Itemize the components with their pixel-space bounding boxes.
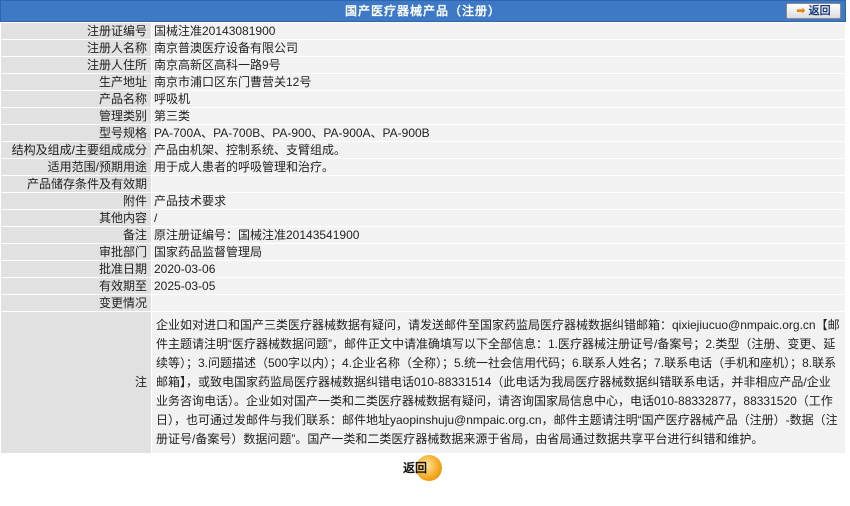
table-row: 产品储存条件及有效期 — [0, 175, 846, 193]
back-button-bottom-label: 返回 — [403, 461, 428, 475]
table-row: 附件 产品技术要求 — [0, 192, 846, 210]
product-detail-panel: 国产医疗器械产品（注册） ➡ 返回 注册证编号 国械注准20143081900 注册… — [0, 0, 846, 486]
back-button-top[interactable]: ➡ 返回 — [786, 3, 841, 19]
field-label: 结构及组成/主要组成成分 — [0, 141, 152, 159]
field-label: 注册人名称 — [0, 39, 152, 57]
table-row: 生产地址 南京市浦口区东门曹营关12号 — [0, 73, 846, 91]
field-value: 国家药品监督管理局 — [151, 243, 846, 261]
table-row: 有效期至 2025-03-05 — [0, 277, 846, 295]
field-label: 产品储存条件及有效期 — [0, 175, 152, 193]
field-value: 用于成人患者的呼吸管理和治疗。 — [151, 158, 846, 176]
field-value: 2020-03-06 — [151, 260, 846, 278]
field-value: 国械注准20143081900 — [151, 22, 846, 40]
field-value: 南京普澳医疗设备有限公司 — [151, 39, 846, 57]
field-value: 产品技术要求 — [151, 192, 846, 210]
field-value — [151, 294, 846, 312]
table-row: 结构及组成/主要组成成分 产品由机架、控制系统、支臂组成。 — [0, 141, 846, 159]
field-label: 有效期至 — [0, 277, 152, 295]
table-row: 其他内容 / — [0, 209, 846, 227]
footer: 返回 — [0, 454, 846, 486]
table-row: 审批部门 国家药品监督管理局 — [0, 243, 846, 261]
field-label: 型号规格 — [0, 124, 152, 142]
field-value: 原注册证编号：国械注准20143541900 — [151, 226, 846, 244]
field-label: 注册证编号 — [0, 22, 152, 40]
arrow-right-icon: ➡ — [796, 5, 806, 17]
table-row: 注册人名称 南京普澳医疗设备有限公司 — [0, 39, 846, 57]
field-label: 变更情况 — [0, 294, 152, 312]
note-text: 企业如对进口和国产三类医疗器械数据有疑问，请发送邮件至国家药监局医疗器械数据纠错… — [151, 311, 846, 454]
table-row: 型号规格 PA-700A、PA-700B、PA-900、PA-900A、PA-90… — [0, 124, 846, 142]
field-label: 其他内容 — [0, 209, 152, 227]
page-title: 国产医疗器械产品（注册） — [344, 4, 501, 18]
field-value: 产品由机架、控制系统、支臂组成。 — [151, 141, 846, 159]
table-row: 适用范围/预期用途 用于成人患者的呼吸管理和治疗。 — [0, 158, 846, 176]
field-label: 产品名称 — [0, 90, 152, 108]
table-row: 注册人住所 南京高新区高科一路9号 — [0, 56, 846, 74]
field-label: 生产地址 — [0, 73, 152, 91]
field-value: 呼吸机 — [151, 90, 846, 108]
detail-table: 注册证编号 国械注准20143081900 注册人名称 南京普澳医疗设备有限公司 注册人… — [0, 22, 846, 454]
field-value: 南京高新区高科一路9号 — [151, 56, 846, 74]
panel-header: 国产医疗器械产品（注册） ➡ 返回 — [0, 0, 846, 22]
back-button-top-label: 返回 — [808, 5, 831, 17]
field-label: 注册人住所 — [0, 56, 152, 74]
field-value — [151, 175, 846, 193]
field-value: 南京市浦口区东门曹营关12号 — [151, 73, 846, 91]
field-label: 审批部门 — [0, 243, 152, 261]
field-value: PA-700A、PA-700B、PA-900、PA-900A、PA-900B — [151, 124, 846, 142]
table-row: 备注 原注册证编号：国械注准20143541900 — [0, 226, 846, 244]
field-value: / — [151, 209, 846, 227]
field-label: 适用范围/预期用途 — [0, 158, 152, 176]
table-row: 产品名称 呼吸机 — [0, 90, 846, 108]
table-row: 批准日期 2020-03-06 — [0, 260, 846, 278]
back-button-bottom[interactable]: 返回 — [400, 455, 442, 481]
note-row: 注企业如对进口和国产三类医疗器械数据有疑问，请发送邮件至国家药监局医疗器械数据纠… — [0, 311, 846, 454]
field-value: 2025-03-05 — [151, 277, 846, 295]
table-row: 变更情况 — [0, 294, 846, 312]
table-row: 注册证编号 国械注准20143081900 — [0, 22, 846, 40]
field-label: 附件 — [0, 192, 152, 210]
field-label: 管理类别 — [0, 107, 152, 125]
note-label: 注 — [0, 311, 152, 454]
field-label: 批准日期 — [0, 260, 152, 278]
field-value: 第三类 — [151, 107, 846, 125]
table-row: 管理类别 第三类 — [0, 107, 846, 125]
field-label: 备注 — [0, 226, 152, 244]
